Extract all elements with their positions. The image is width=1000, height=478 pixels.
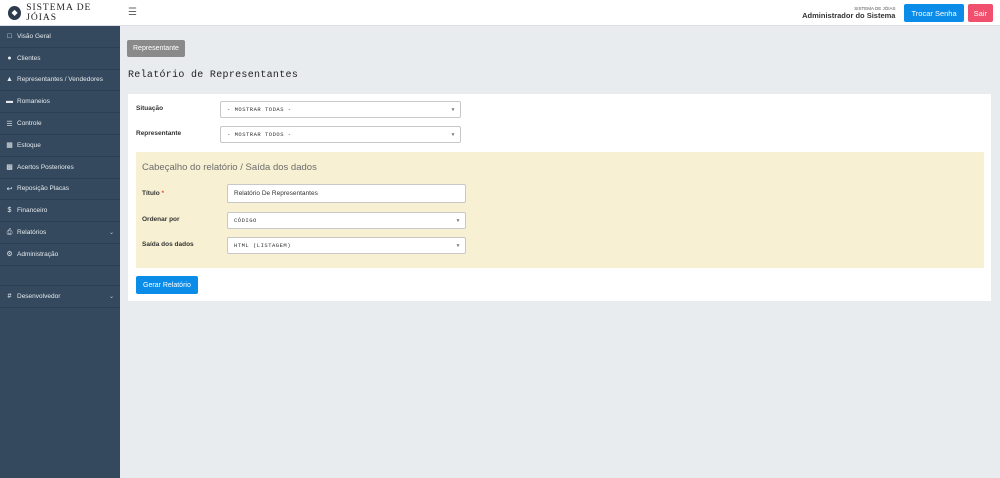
sidebar-item-romaneios[interactable]: ▬ Romaneios xyxy=(0,91,120,114)
brand[interactable]: ◆ SISTEMA DE JÓIAS xyxy=(0,0,120,26)
sidebar-item-financeiro[interactable]: $ Financeiro xyxy=(0,200,120,223)
sidebar-item-label: Financeiro xyxy=(17,207,48,215)
titulo-label-text: Título xyxy=(142,190,160,197)
output-section: Cabeçalho do relatório / Saída dos dados… xyxy=(136,152,984,268)
gem-icon: ◆ xyxy=(8,5,22,20)
user-tie-icon: ▲ xyxy=(6,76,13,84)
sidebar-item-label: Romaneios xyxy=(17,98,50,106)
truck-icon: ▬ xyxy=(6,98,13,106)
saida-select-value: HTML (LISTAGEM) xyxy=(234,242,292,249)
hashtag-icon: # xyxy=(7,292,12,300)
saida-label: Saída dos dados xyxy=(142,241,194,248)
sidebar-item-representantes[interactable]: ▲ Representantes / Vendedores xyxy=(0,70,120,92)
sidebar-item-desenvolvedor[interactable]: # Desenvolvedor ⌄ xyxy=(0,286,120,308)
sidebar-spacer xyxy=(0,266,120,286)
sidebar-item-administracao[interactable]: ⚙ Administração xyxy=(0,244,120,266)
brand-title: SISTEMA DE JÓIAS xyxy=(26,2,92,23)
sidebar-item-clientes[interactable]: ● Clientes xyxy=(0,48,120,70)
list-icon: ☰ xyxy=(6,120,13,128)
sidebar-item-estoque[interactable]: ▦ Estoque xyxy=(0,135,120,157)
representante-select[interactable]: - MOSTRAR TODOS - ▼ xyxy=(220,126,461,143)
sidebar-item-label: Representantes / Vendedores xyxy=(17,76,104,84)
ordenar-select[interactable]: CÓDIGO ▼ xyxy=(227,212,466,229)
chevron-down-icon: ⌄ xyxy=(108,230,114,237)
sidebar-item-visao-geral[interactable]: □ Visão Geral xyxy=(0,26,120,48)
situacao-select[interactable]: - MOSTRAR TODAS - ▼ xyxy=(220,101,461,118)
logout-button[interactable]: Sair xyxy=(967,4,993,22)
sidebar: □ Visão Geral ● Clientes ▲ Representante… xyxy=(0,26,120,478)
sidebar-item-label: Desenvolvedor xyxy=(17,292,61,300)
top-header: ◆ SISTEMA DE JÓIAS ☰ SISTEMA DE JÓIAS Ad… xyxy=(0,0,1000,26)
caret-down-icon: ▼ xyxy=(451,131,455,138)
hamburger-icon[interactable]: ☰ xyxy=(128,7,137,18)
print-icon: ⎙ xyxy=(6,228,13,236)
ordenar-label: Ordenar por xyxy=(142,216,180,223)
reply-icon: ↩ xyxy=(6,185,13,193)
page-title: Relatório de Representantes xyxy=(128,70,299,81)
sidebar-item-reposicao[interactable]: ↩ Reposição Placas xyxy=(0,179,120,201)
titulo-input[interactable]: Relatório De Representantes xyxy=(227,184,466,203)
users-icon: ● xyxy=(7,54,12,62)
main-content: Representante Relatório de Representante… xyxy=(120,26,1000,478)
titulo-label: Título * xyxy=(142,190,164,197)
user-area: SISTEMA DE JÓIAS Administrador do Sistem… xyxy=(802,4,993,22)
sidebar-item-label: Estoque xyxy=(17,141,41,149)
sidebar-item-acertos[interactable]: ▩ Acertos Posteriores xyxy=(0,157,120,179)
representante-select-value: - MOSTRAR TODOS - xyxy=(227,131,292,138)
calendar-icon: ▩ xyxy=(6,164,13,172)
breadcrumb-button[interactable]: Representante xyxy=(127,40,185,57)
caret-down-icon: ▼ xyxy=(456,242,460,249)
sidebar-item-label: Administração xyxy=(17,250,59,258)
user-name: Administrador do Sistema xyxy=(802,11,896,21)
sidebar-item-label: Visão Geral xyxy=(17,32,51,40)
saida-select[interactable]: HTML (LISTAGEM) ▼ xyxy=(227,237,466,254)
caret-down-icon: ▼ xyxy=(456,217,460,224)
sidebar-item-relatorios[interactable]: ⎙ Relatórios ⌄ xyxy=(0,222,120,244)
grid-icon: ▦ xyxy=(6,142,13,150)
representante-label: Representante xyxy=(136,130,182,137)
user-info: SISTEMA DE JÓIAS Administrador do Sistem… xyxy=(802,6,895,20)
chevron-down-icon: ⌄ xyxy=(108,293,114,300)
sidebar-item-label: Reposição Placas xyxy=(17,185,70,193)
generate-report-button[interactable]: Gerar Relatório xyxy=(136,276,198,294)
caret-down-icon: ▼ xyxy=(451,106,455,113)
gear-icon: ⚙ xyxy=(6,251,13,259)
sidebar-item-label: Clientes xyxy=(17,54,41,62)
sidebar-item-controle[interactable]: ☰ Controle xyxy=(0,113,120,135)
sidebar-item-label: Controle xyxy=(17,120,42,128)
sidebar-item-label: Acertos Posteriores xyxy=(17,163,74,171)
section-title: Cabeçalho do relatório / Saída dos dados xyxy=(142,162,317,173)
dollar-icon: $ xyxy=(7,207,12,215)
monitor-icon: □ xyxy=(7,32,12,40)
situacao-label: Situação xyxy=(136,105,164,112)
report-form-card: Situação - MOSTRAR TODAS - ▼ Representan… xyxy=(128,94,991,301)
ordenar-select-value: CÓDIGO xyxy=(234,217,257,224)
required-marker: * xyxy=(161,190,165,197)
sidebar-item-label: Relatórios xyxy=(17,229,47,237)
titulo-input-value: Relatório De Representantes xyxy=(234,190,318,197)
situacao-select-value: - MOSTRAR TODAS - xyxy=(227,106,292,113)
change-password-button[interactable]: Trocar Senha xyxy=(904,4,964,22)
